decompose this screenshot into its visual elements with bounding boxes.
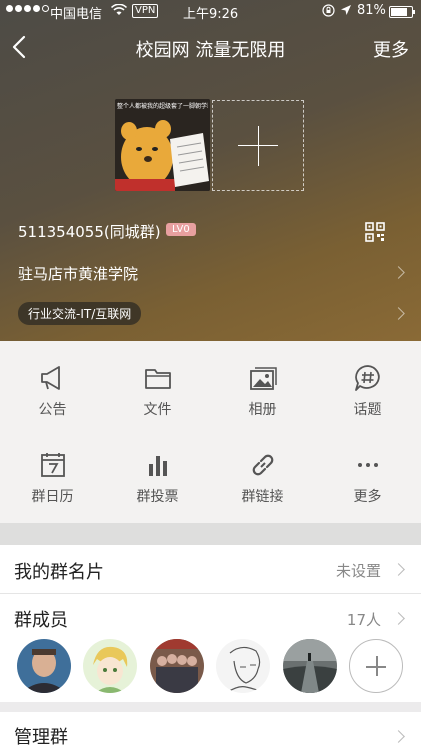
chevron-right-icon xyxy=(392,612,405,625)
bear-meme-image xyxy=(115,99,210,191)
feature-vote[interactable]: 群投票 xyxy=(105,450,210,506)
feature-label: 相册 xyxy=(248,402,277,418)
feature-more[interactable]: 更多 xyxy=(315,450,420,506)
group-header: 中国电信 VPN 上午9:26 81% 校园网 流量无限用 更多 整个人都被我的… xyxy=(0,0,421,341)
manage-group-row[interactable]: 管理群 xyxy=(0,712,421,750)
category-tag[interactable]: 行业交流-IT/互联网 xyxy=(18,302,142,325)
row-label: 管理群 xyxy=(14,727,68,748)
member-count: 17人 xyxy=(346,611,381,629)
feature-label: 文件 xyxy=(143,402,172,418)
add-member-button[interactable] xyxy=(349,639,403,693)
row-label: 群成员 xyxy=(14,610,68,631)
feature-label: 群链接 xyxy=(241,489,284,505)
vpn-badge: VPN xyxy=(132,4,159,18)
feature-announcement[interactable]: 公告 xyxy=(0,363,105,419)
row-label: 我的群名片 xyxy=(14,562,104,583)
section-divider xyxy=(0,702,421,712)
feature-link[interactable]: 群链接 xyxy=(210,450,315,506)
wifi-icon xyxy=(111,4,127,15)
chevron-right-icon xyxy=(392,307,405,320)
avatar[interactable] xyxy=(83,639,137,693)
qr-code-icon[interactable] xyxy=(365,222,385,242)
my-group-card-row[interactable]: 我的群名片 未设置 xyxy=(0,545,421,594)
chevron-right-icon xyxy=(392,563,405,576)
bar-chart-icon xyxy=(148,456,167,476)
members-row[interactable]: 群成员 17人 xyxy=(0,594,421,632)
avatar[interactable] xyxy=(216,639,270,693)
feature-calendar[interactable]: 群日历 xyxy=(0,450,105,506)
group-location[interactable]: 驻马店市黄淮学院 xyxy=(18,263,138,284)
photo-caption: 整个人都被我的超级套了一脚朝学霸卡卡 xyxy=(117,103,208,110)
more-button[interactable]: 更多 xyxy=(373,36,409,62)
avatar[interactable] xyxy=(17,639,71,693)
member-avatars xyxy=(0,632,421,702)
link-icon xyxy=(252,454,273,476)
row-value: 未设置 xyxy=(335,562,381,580)
feature-label: 群投票 xyxy=(136,489,179,505)
chevron-right-icon xyxy=(392,266,405,279)
feature-grid: 公告 文件 相册 话题 群日历 群投票 群链接 更多 xyxy=(0,341,421,523)
group-photo[interactable]: 整个人都被我的超级套了一脚朝学霸卡卡 xyxy=(115,99,210,191)
calendar-icon xyxy=(40,453,65,477)
more-dots-icon xyxy=(357,463,378,467)
group-id-name: 511354055(同城群) xyxy=(18,223,161,241)
feature-topics[interactable]: 话题 xyxy=(315,363,420,419)
battery-icon xyxy=(389,6,415,18)
feature-label: 群日历 xyxy=(31,489,74,505)
album-icon xyxy=(249,367,277,390)
feature-label: 话题 xyxy=(353,402,382,418)
folder-icon xyxy=(144,369,171,389)
page-title: 校园网 流量无限用 xyxy=(135,40,286,61)
level-badge: LV0 xyxy=(166,223,196,236)
status-time: 上午9:26 xyxy=(183,7,239,22)
feature-label: 更多 xyxy=(353,489,382,505)
location-icon xyxy=(341,5,351,15)
feature-label: 公告 xyxy=(38,402,67,418)
chevron-right-icon xyxy=(392,730,405,743)
status-bar: 中国电信 VPN 上午9:26 81% xyxy=(0,0,421,24)
avatar[interactable] xyxy=(150,639,204,693)
section-divider xyxy=(0,523,421,545)
carrier: 中国电信 xyxy=(50,7,103,22)
feature-album[interactable]: 相册 xyxy=(210,363,315,419)
signal-icon xyxy=(6,5,49,12)
megaphone-icon xyxy=(40,366,60,390)
avatar[interactable] xyxy=(283,639,337,693)
add-photo-button[interactable] xyxy=(212,100,304,191)
hashtag-bubble-icon xyxy=(354,365,380,391)
rotation-lock-icon xyxy=(322,4,335,17)
battery-percent: 81% xyxy=(357,3,386,18)
feature-files[interactable]: 文件 xyxy=(105,363,210,419)
